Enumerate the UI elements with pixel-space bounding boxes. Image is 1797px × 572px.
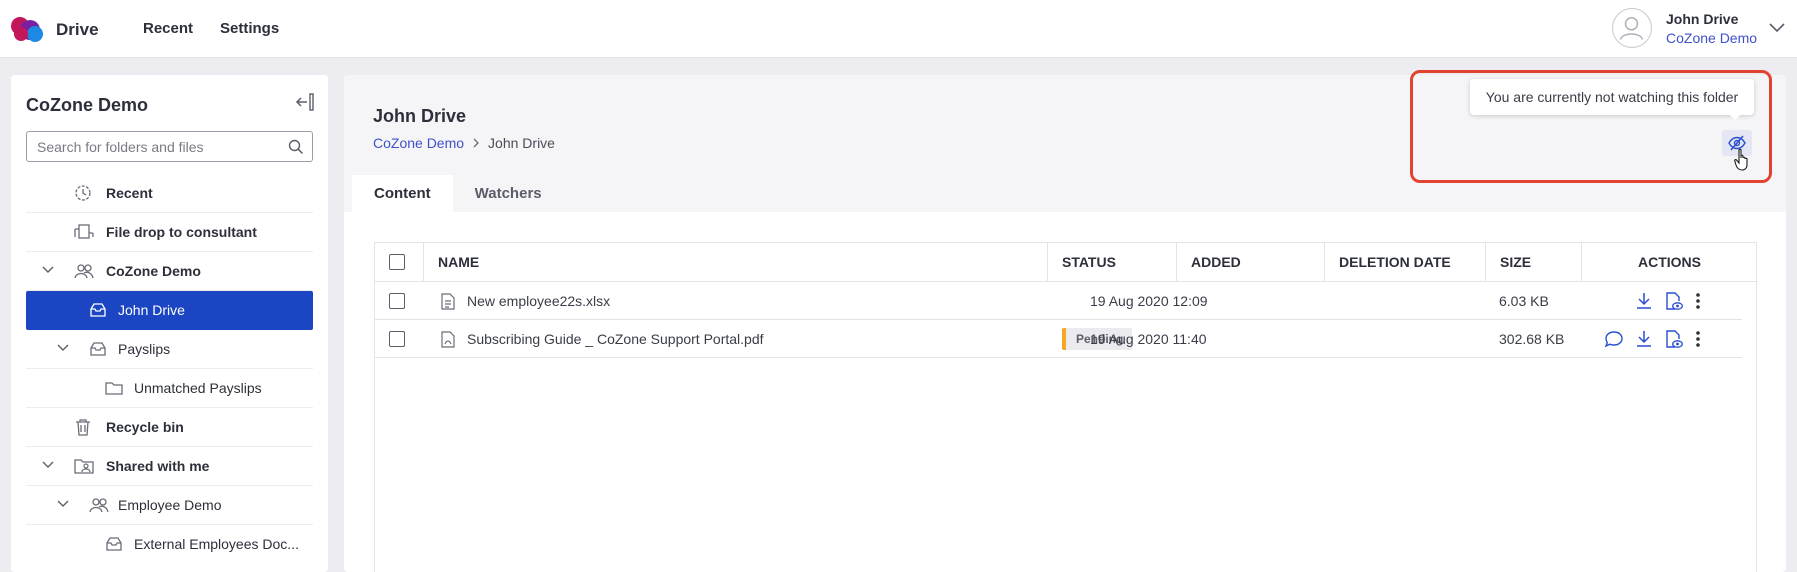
column-header-size[interactable]: SIZE <box>1485 243 1581 282</box>
files-table: NAME STATUS ADDED DELETION DATE SIZE ACT… <box>374 242 1758 572</box>
sidebar-item-label: File drop to consultant <box>106 224 257 240</box>
file-added: 19 Aug 2020 11:40 <box>1090 331 1207 347</box>
sidebar-item-payslips[interactable]: Payslips <box>26 330 313 369</box>
preview-file-icon[interactable] <box>1665 330 1683 349</box>
chevron-down-icon[interactable] <box>1768 22 1786 34</box>
group-icon <box>89 498 109 513</box>
breadcrumb-link[interactable]: CoZone Demo <box>373 135 464 151</box>
chevron-down-icon[interactable] <box>57 500 69 508</box>
app-name[interactable]: Drive <box>56 20 99 40</box>
file-name[interactable]: New employee22s.xlsx <box>467 282 610 320</box>
sidebar-item-john-drive[interactable]: John Drive <box>26 291 313 330</box>
hand-cursor-icon <box>1734 148 1748 171</box>
pdf-file-icon <box>441 331 455 348</box>
sidebar: CoZone Demo Recent File drop to consulta… <box>11 75 328 572</box>
nav-settings[interactable]: Settings <box>220 20 279 37</box>
tab-watchers[interactable]: Watchers <box>453 175 564 212</box>
tab-content[interactable]: Content <box>352 175 453 212</box>
column-header-actions: ACTIONS <box>1581 243 1757 282</box>
row-checkbox[interactable] <box>389 331 405 347</box>
select-all-cell <box>375 243 423 282</box>
sidebar-item-file-drop[interactable]: File drop to consultant <box>26 213 313 252</box>
download-icon[interactable] <box>1635 292 1653 310</box>
row-checkbox[interactable] <box>389 293 405 309</box>
drive-icon <box>90 342 106 356</box>
sidebar-item-label: CoZone Demo <box>106 263 201 279</box>
file-name[interactable]: Subscribing Guide _ CoZone Support Porta… <box>467 320 764 358</box>
table-row[interactable]: Subscribing Guide _ CoZone Support Porta… <box>375 320 1742 358</box>
more-options-icon[interactable] <box>1695 330 1701 348</box>
preview-file-icon[interactable] <box>1665 292 1683 311</box>
chevron-down-icon[interactable] <box>57 344 69 352</box>
chevron-down-icon[interactable] <box>42 266 54 274</box>
column-header-added[interactable]: ADDED <box>1176 243 1324 282</box>
sidebar-item-cozone-demo[interactable]: CoZone Demo <box>26 252 313 291</box>
sidebar-item-employee-demo[interactable]: Employee Demo <box>26 486 313 525</box>
user-company[interactable]: CoZone Demo <box>1666 30 1757 46</box>
chevron-right-icon <box>473 138 479 148</box>
drive-logo-icon[interactable] <box>9 14 43 42</box>
breadcrumb-current: John Drive <box>488 135 555 151</box>
sidebar-item-external-employees[interactable]: External Employees Doc... <box>26 525 313 564</box>
search-input[interactable] <box>26 131 313 162</box>
column-header-status[interactable]: STATUS <box>1047 243 1176 282</box>
file-drop-icon <box>74 224 94 239</box>
select-all-checkbox[interactable] <box>389 254 405 270</box>
watch-tooltip: You are currently not watching this fold… <box>1470 79 1754 115</box>
column-header-deletion-date[interactable]: DELETION DATE <box>1324 243 1485 282</box>
sidebar-item-label: External Employees Doc... <box>134 536 299 552</box>
tooltip-arrow <box>1728 113 1742 120</box>
sidebar-item-shared-with-me[interactable]: Shared with me <box>26 447 313 486</box>
collapse-sidebar-icon[interactable] <box>295 92 317 112</box>
drive-icon <box>106 537 122 551</box>
breadcrumb: CoZone Demo John Drive <box>373 135 555 151</box>
file-size: 302.68 KB <box>1499 331 1565 347</box>
sidebar-item-label: Recycle bin <box>106 419 184 435</box>
nav-recent[interactable]: Recent <box>143 20 193 37</box>
tabs: Content Watchers <box>352 175 564 212</box>
sidebar-item-label: Shared with me <box>106 458 210 474</box>
chevron-down-icon[interactable] <box>42 461 54 469</box>
file-added: 19 Aug 2020 12:09 <box>1090 293 1208 309</box>
sidebar-item-unmatched-payslips[interactable]: Unmatched Payslips <box>26 369 313 408</box>
file-icon <box>441 293 455 310</box>
trash-icon <box>76 419 90 436</box>
user-name: John Drive <box>1666 11 1739 27</box>
table-header: NAME STATUS ADDED DELETION DATE SIZE ACT… <box>375 243 1758 282</box>
more-options-icon[interactable] <box>1695 292 1701 310</box>
sidebar-title: CoZone Demo <box>26 95 149 115</box>
search-icon[interactable] <box>288 139 304 155</box>
sidebar-item-label: Recent <box>106 185 153 201</box>
clock-icon <box>75 185 91 201</box>
sidebar-item-recent[interactable]: Recent <box>26 174 313 213</box>
table-row[interactable]: New employee22s.xlsx 19 Aug 2020 12:09 6… <box>375 282 1742 320</box>
user-icon <box>1619 17 1644 40</box>
page-title: John Drive <box>373 106 467 126</box>
avatar[interactable] <box>1612 8 1652 48</box>
drive-icon <box>90 303 106 317</box>
download-icon[interactable] <box>1635 330 1653 348</box>
sidebar-item-label: Employee Demo <box>118 497 222 513</box>
comment-icon[interactable] <box>1604 330 1624 348</box>
sidebar-item-label: John Drive <box>118 302 185 318</box>
sidebar-item-recycle-bin[interactable]: Recycle bin <box>26 408 313 447</box>
group-icon <box>74 264 94 279</box>
file-size: 6.03 KB <box>1499 293 1549 309</box>
sidebar-item-label: Payslips <box>118 341 171 357</box>
column-header-name[interactable]: NAME <box>423 243 1047 282</box>
folder-tree: Recent File drop to consultant CoZone De… <box>26 174 313 564</box>
shared-folder-icon <box>74 459 94 474</box>
top-bar: Drive Recent Settings John Drive CoZone … <box>0 0 1797 58</box>
sidebar-item-label: Unmatched Payslips <box>134 380 262 396</box>
folder-icon <box>105 382 123 395</box>
